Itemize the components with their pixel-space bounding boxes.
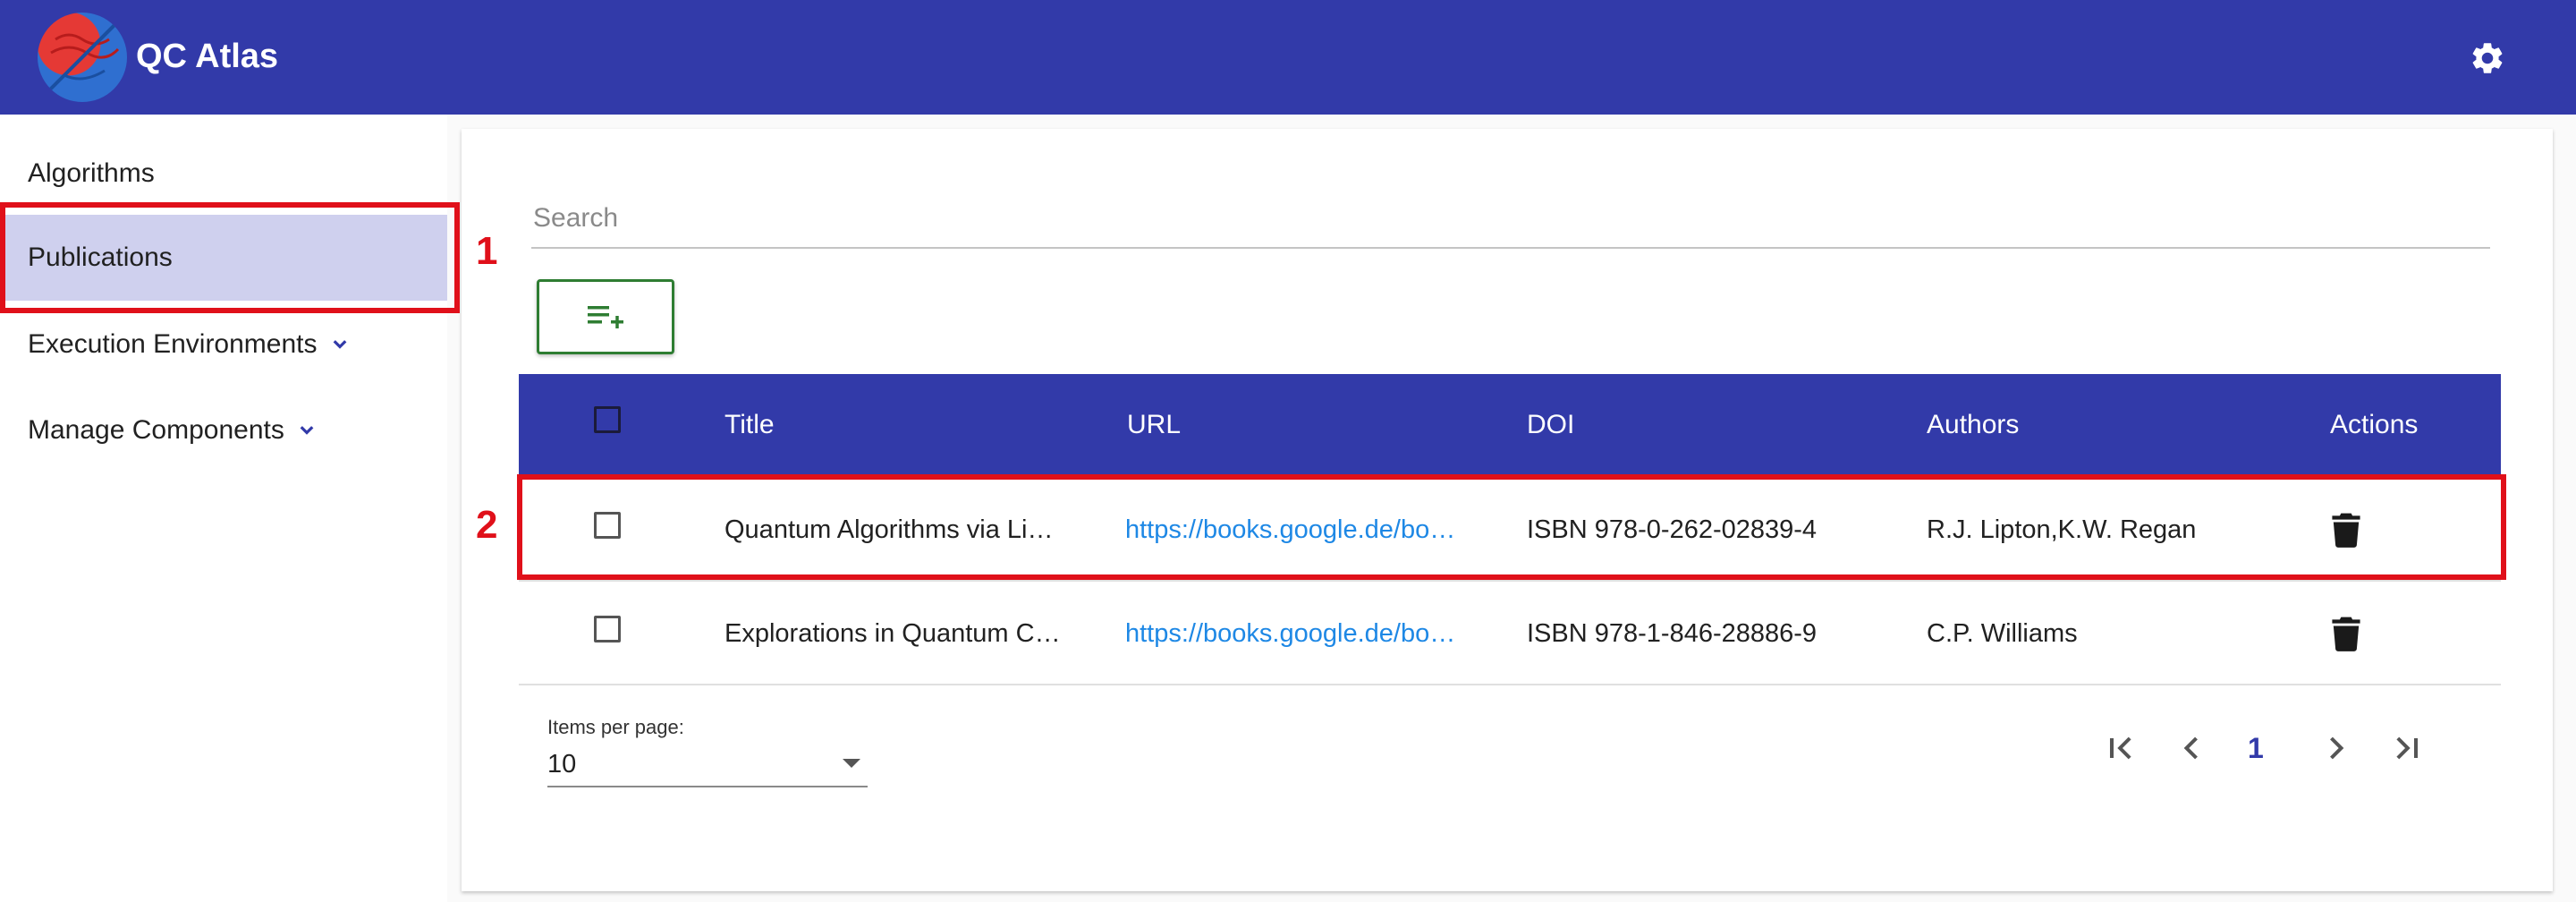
publication-title: Explorations in Quantum Computing [724,619,1064,648]
top-toolbar: QC Atlas [0,0,2576,115]
sidebar-item-label: Execution Environments [28,329,318,359]
search-input[interactable] [531,193,2492,243]
gear-icon[interactable] [2469,39,2506,77]
qc-atlas-logo[interactable] [38,13,127,102]
sidebar-item-label: Manage Components [28,415,284,445]
publication-doi: ISBN 978-1-846-28886-9 [1527,619,1818,648]
add-publication-button[interactable] [537,279,674,354]
playlist-add-icon [588,306,623,328]
table-row[interactable]: Explorations in Quantum Computing https:… [519,580,2501,685]
sidebar-item-label: Algorithms [28,158,155,188]
app-title: QC Atlas [136,38,279,75]
chevron-down-icon [333,340,346,349]
sidebar-item-execution-environments[interactable]: Execution Environments [0,302,447,387]
column-header-title[interactable]: Title [724,410,775,440]
column-header-doi[interactable]: DOI [1527,410,1574,440]
chevron-down-icon [300,426,314,435]
column-header-url[interactable]: URL [1127,410,1181,440]
column-header-actions: Actions [2330,410,2419,439]
current-page-number[interactable]: 1 [2248,732,2264,765]
items-per-page-label: Items per page: [547,716,684,738]
row-checkbox[interactable] [594,616,621,642]
first-page-icon[interactable] [2102,728,2141,768]
sidebar-item-manage-components[interactable]: Manage Components [0,387,447,473]
dropdown-arrow-icon [843,759,860,768]
last-page-icon[interactable] [2386,728,2426,768]
select-all-checkbox[interactable] [594,406,621,433]
annotation-box-2 [517,474,2506,580]
previous-page-icon[interactable] [2172,728,2211,768]
trash-icon[interactable] [2331,616,2361,651]
annotation-number-1: 1 [476,229,498,273]
annotation-box-1 [0,202,460,313]
publication-authors: C.P. Williams [1927,619,2078,648]
column-header-authors[interactable]: Authors [1927,410,2019,440]
table-header: Title URL DOI Authors Actions [519,374,2501,476]
publication-url-link[interactable]: https://books.google.de/books?id= [1125,619,1465,649]
annotation-number-2: 2 [476,503,498,547]
search-field [531,193,2492,249]
next-page-icon[interactable] [2317,728,2356,768]
items-per-page-select[interactable]: 10 [547,746,868,787]
items-per-page-value: 10 [547,750,577,779]
